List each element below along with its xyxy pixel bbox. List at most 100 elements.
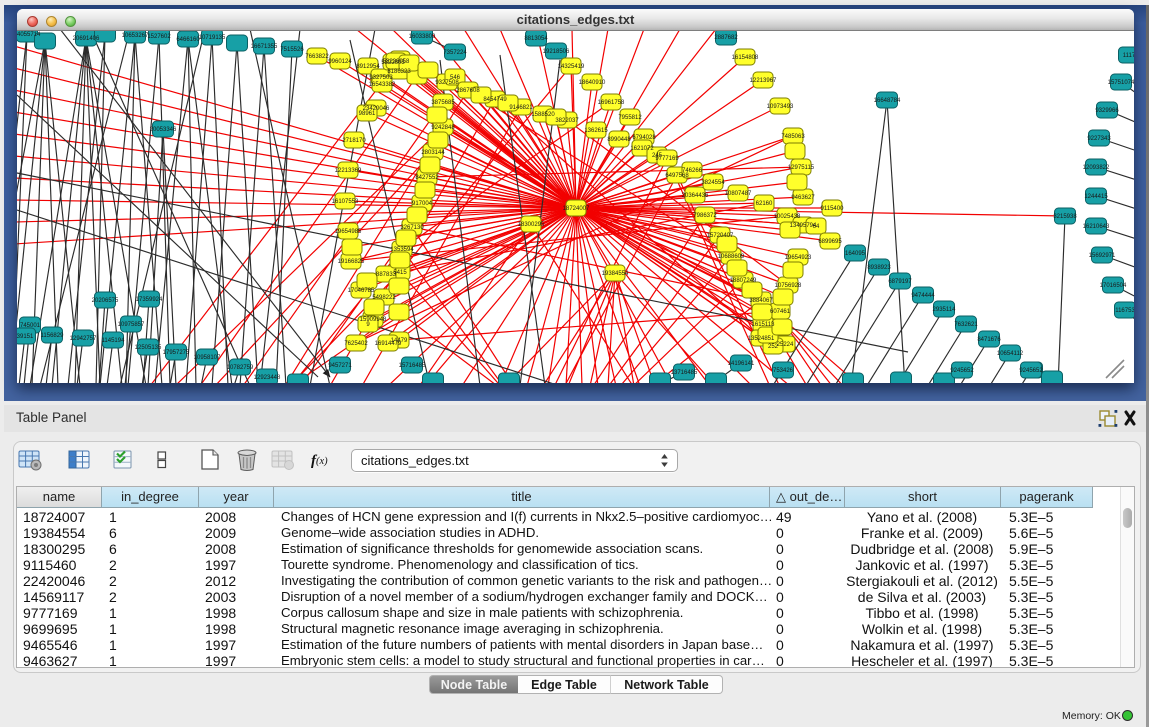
svg-text:20691406: 20691406 [73, 36, 100, 42]
svg-text:887833: 887833 [376, 272, 397, 278]
svg-text:10688609: 10688609 [718, 254, 745, 260]
svg-text:10654112: 10654112 [997, 351, 1024, 357]
svg-text:745001: 745001 [20, 323, 41, 329]
svg-text:1615113: 1615113 [752, 322, 776, 328]
svg-text:10782759: 10782759 [227, 365, 254, 371]
svg-text:17957275: 17957275 [163, 350, 190, 356]
svg-text:1621072: 1621072 [630, 146, 654, 152]
svg-text:2887682: 2887682 [714, 35, 738, 41]
svg-text:9146821: 9146821 [509, 105, 533, 111]
svg-text:13524851: 13524851 [748, 336, 775, 342]
svg-text:6466160: 6466160 [176, 37, 200, 43]
svg-text:16107553: 16107553 [332, 199, 359, 205]
svg-text:16961758: 16961758 [598, 100, 625, 106]
svg-text:10975857: 10975857 [118, 322, 145, 328]
svg-text:7357224: 7357224 [443, 50, 467, 56]
svg-text:10719135: 10719135 [199, 35, 226, 41]
svg-text:8912954: 8912954 [356, 64, 380, 70]
svg-text:1244415: 1244415 [1084, 194, 1108, 200]
svg-text:3267130: 3267130 [400, 225, 424, 231]
svg-text:14325419: 14325419 [558, 64, 585, 70]
svg-text:9474444: 9474444 [911, 293, 935, 299]
svg-text:14196141: 14196141 [728, 361, 755, 367]
svg-text:18807249: 18807249 [730, 278, 757, 284]
svg-text:15751074: 15751074 [1108, 80, 1134, 86]
svg-text:252: 252 [768, 344, 779, 350]
svg-text:7986372: 7986372 [693, 213, 717, 219]
svg-text:164095: 164095 [845, 251, 866, 257]
svg-text:9327503: 9327503 [369, 75, 393, 81]
svg-text:62160: 62160 [756, 201, 773, 207]
svg-text:7663822: 7663822 [305, 54, 329, 60]
svg-text:17046785: 17046785 [348, 288, 375, 294]
svg-text:9960124: 9960124 [328, 59, 352, 65]
svg-text:10958107: 10958107 [194, 355, 221, 361]
svg-text:9227343: 9227343 [1087, 136, 1111, 142]
svg-text:15909948: 15909948 [360, 317, 387, 323]
svg-text:17016504: 17016504 [1100, 283, 1127, 289]
svg-text:12505135: 12505135 [135, 345, 162, 351]
svg-text:18300295: 18300295 [518, 222, 545, 228]
svg-text:917004: 917004 [412, 201, 433, 207]
svg-text:546: 546 [450, 75, 461, 81]
svg-text:16154808: 16154808 [732, 55, 759, 61]
svg-text:18640910: 18640910 [579, 80, 606, 86]
svg-text:1362615: 1362615 [584, 128, 608, 134]
svg-text:7515526: 7515526 [280, 47, 304, 53]
svg-text:9242848: 9242848 [431, 125, 455, 131]
svg-text:25224: 25224 [777, 342, 794, 348]
svg-text:7955812: 7955812 [618, 115, 642, 121]
svg-text:7632621: 7632621 [954, 322, 978, 328]
svg-text:16210643: 16210643 [1083, 224, 1110, 230]
svg-text:15716485: 15716485 [399, 363, 426, 369]
svg-text:12942757: 12942757 [70, 336, 97, 342]
svg-text:8813054: 8813054 [524, 36, 548, 42]
svg-text:753426: 753426 [773, 368, 794, 374]
svg-text:6794028: 6794028 [632, 135, 656, 141]
svg-text:7625402: 7625402 [344, 341, 368, 347]
svg-text:12975115: 12975115 [788, 165, 815, 171]
svg-text:8990448: 8990448 [607, 137, 631, 143]
svg-text:19166825: 19166825 [338, 259, 365, 265]
svg-text:2935114: 2935114 [933, 307, 957, 313]
svg-text:607461: 607461 [770, 309, 791, 315]
svg-text:19218506: 19218506 [543, 49, 570, 55]
svg-text:6899695: 6899695 [818, 239, 842, 245]
svg-text:12213967: 12213967 [750, 78, 777, 84]
svg-text:3824554: 3824554 [701, 180, 725, 186]
svg-text:16671355: 16671355 [251, 44, 278, 50]
svg-text:10807487: 10807487 [725, 191, 752, 197]
svg-text:12923448: 12923448 [254, 375, 281, 381]
svg-text:8454749: 8454749 [483, 97, 507, 103]
svg-text:19654923: 19654923 [785, 255, 812, 261]
svg-text:16914479: 16914479 [375, 341, 402, 347]
svg-text:15720407: 15720407 [707, 233, 734, 239]
svg-text:16648784: 16648784 [874, 98, 901, 104]
svg-text:9777169: 9777169 [655, 156, 679, 162]
svg-text:9245652: 9245652 [1019, 368, 1043, 374]
svg-text:1353594: 1353594 [390, 247, 414, 253]
svg-text:2718170: 2718170 [342, 138, 366, 144]
svg-text:3884067: 3884067 [749, 298, 773, 304]
svg-text:14055714: 14055714 [17, 32, 41, 38]
svg-text:19384554: 19384554 [602, 271, 629, 277]
svg-text:9115400: 9115400 [821, 206, 845, 212]
svg-text:1156829: 1156829 [41, 333, 65, 339]
svg-text:3875685: 3875685 [431, 100, 455, 106]
svg-text:17359924: 17359924 [136, 297, 163, 303]
svg-text:20206575: 20206575 [92, 298, 119, 304]
svg-text:9329966: 9329966 [1095, 108, 1119, 114]
svg-text:20364436: 20364436 [682, 193, 709, 199]
svg-text:9463627: 9463627 [791, 195, 815, 201]
svg-text:1527602: 1527602 [147, 34, 171, 40]
svg-text:6879197: 6879197 [888, 279, 912, 285]
svg-text:8938923: 8938923 [867, 265, 891, 271]
svg-text:1588520: 1588520 [531, 112, 555, 118]
svg-text:20053346: 20053346 [150, 127, 177, 133]
svg-text:19654985: 19654985 [335, 229, 362, 235]
svg-text:10653267: 10653267 [122, 33, 149, 39]
svg-text:53226058: 53226058 [383, 59, 410, 65]
svg-text:12093822: 12093822 [1083, 165, 1110, 171]
svg-text:2803144: 2803144 [421, 150, 445, 156]
svg-text:15692971: 15692971 [1089, 253, 1116, 259]
